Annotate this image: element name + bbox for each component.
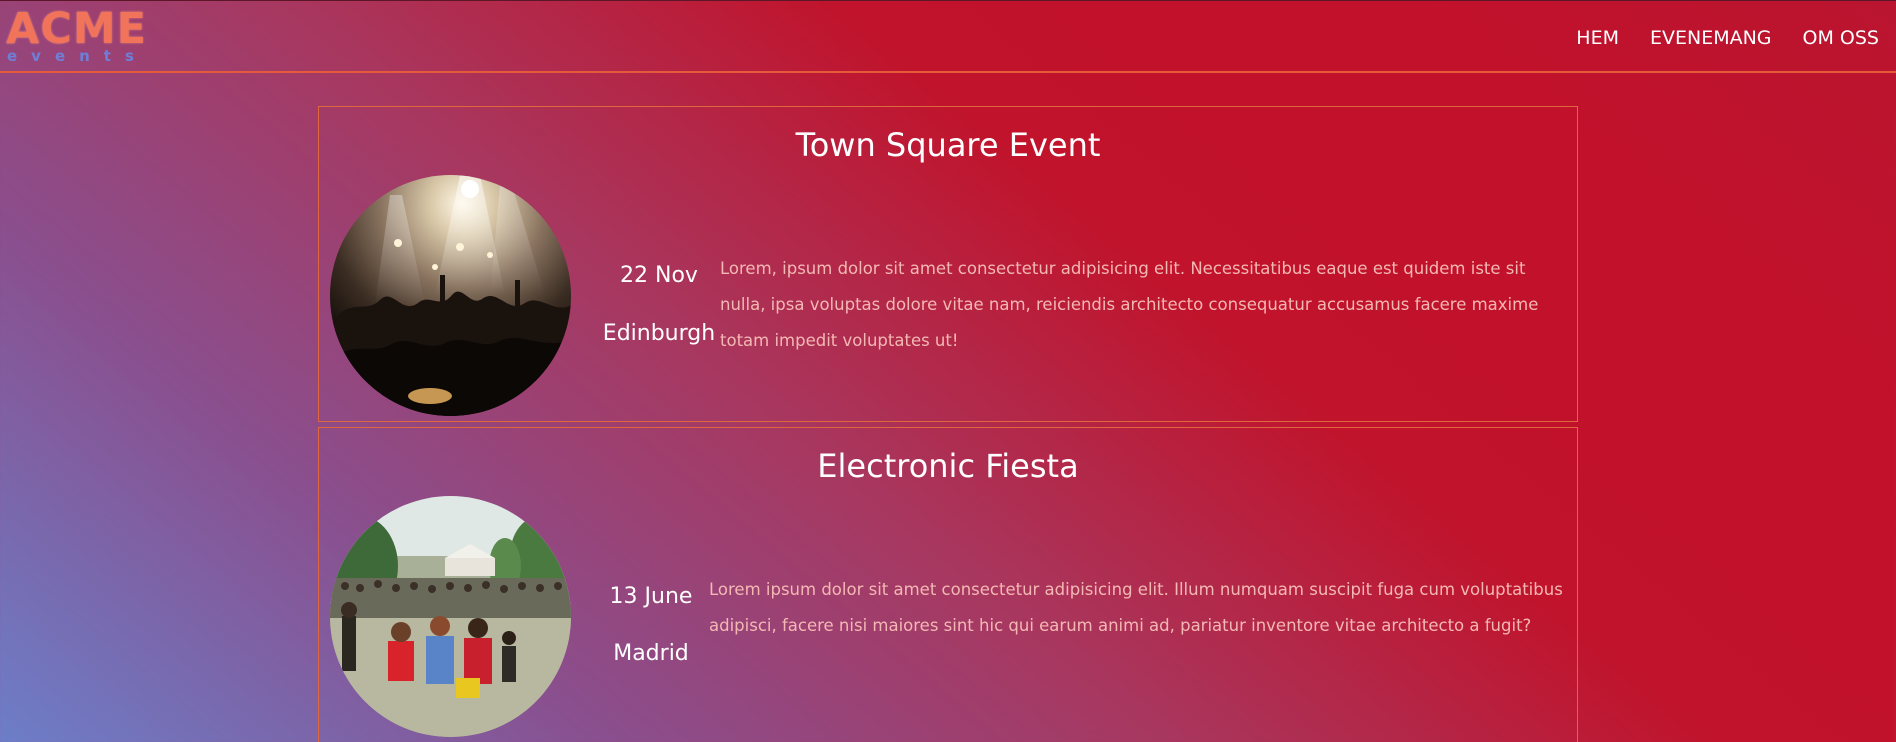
event-card: Town Square Event 22 Nov Edinburgh Lorem…	[318, 106, 1578, 422]
event-title: Electronic Fiesta	[817, 447, 1079, 485]
event-city: Edinburgh	[602, 321, 716, 346]
main-nav: HEM EVENEMANG OM OSS	[1545, 25, 1879, 51]
logo-subtitle: events	[7, 47, 148, 65]
event-date: 22 Nov	[620, 263, 698, 288]
logo-wordmark: ACME	[6, 4, 147, 54]
nav-link-om-oss[interactable]: OM OSS	[1803, 25, 1879, 51]
event-city: Madrid	[613, 641, 689, 666]
event-date: 13 June	[609, 584, 693, 609]
event-description: Lorem, ipsum dolor sit amet consectetur …	[720, 259, 1539, 350]
event-title: Town Square Event	[795, 126, 1101, 164]
nav-link-hem[interactable]: HEM	[1576, 25, 1619, 51]
concert-crowd-photo	[330, 175, 571, 416]
event-card: Electronic Fiesta 13 June Madrid Lorem i…	[318, 427, 1578, 742]
nav-link-evenemang[interactable]: EVENEMANG	[1650, 25, 1772, 51]
outdoor-festival-photo	[330, 496, 571, 737]
event-description: Lorem ipsum dolor sit amet consectetur a…	[709, 580, 1563, 635]
top-navbar: ACME events HEM EVENEMANG OM OSS	[0, 0, 1896, 73]
acme-events-logo[interactable]: ACME events	[6, 5, 146, 69]
